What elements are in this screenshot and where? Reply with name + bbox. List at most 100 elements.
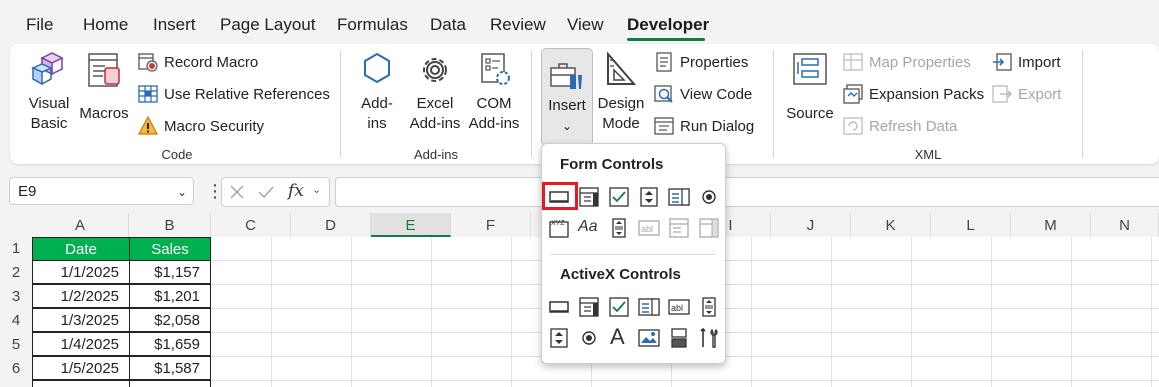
tab-review[interactable]: Review <box>490 15 546 35</box>
chevron-down-icon[interactable]: ⌄ <box>312 183 321 196</box>
row-header-4[interactable]: 4 <box>0 309 32 333</box>
column-header-a[interactable]: A <box>32 213 129 237</box>
add-ins-button[interactable]: Add- ins <box>354 50 400 134</box>
spin-button-icon[interactable] <box>638 186 660 208</box>
insert-controls-button[interactable]: Insert ⌄ <box>541 48 593 146</box>
tab-view[interactable]: View <box>567 15 604 35</box>
group-separator <box>1082 50 1083 158</box>
tab-insert[interactable]: Insert <box>153 15 196 35</box>
column-header-n[interactable]: N <box>1091 213 1159 237</box>
text-box-icon[interactable]: abl <box>668 296 690 318</box>
macros-icon <box>88 53 120 87</box>
row-header-5[interactable]: 5 <box>0 333 32 357</box>
export-button[interactable]: Export <box>992 84 1061 104</box>
tab-developer[interactable]: Developer <box>627 15 709 35</box>
list-box-icon[interactable] <box>668 186 690 208</box>
expansion-packs-button[interactable]: Expansion Packs <box>843 84 984 104</box>
cell-b1[interactable]: Sales <box>129 237 211 261</box>
cancel-icon[interactable] <box>229 184 245 200</box>
tab-formulas[interactable]: Formulas <box>337 15 408 35</box>
tab-data[interactable]: Data <box>430 15 466 35</box>
view-code-label: View Code <box>680 85 753 103</box>
checkbox-icon[interactable] <box>608 186 630 208</box>
enter-icon[interactable] <box>257 184 275 200</box>
com-add-ins-label-line1: COM <box>476 95 512 112</box>
macros-button[interactable]: Macros <box>78 50 130 124</box>
cell-a7[interactable] <box>32 380 130 387</box>
macro-security-button[interactable]: Macro Security <box>138 116 264 136</box>
cell-b6[interactable]: $1,587 <box>129 356 211 380</box>
combo-box-icon[interactable] <box>578 186 600 208</box>
cell-b4[interactable]: $2,058 <box>129 308 211 332</box>
option-button-icon[interactable] <box>578 327 600 349</box>
combo-box-icon[interactable] <box>578 296 600 318</box>
cell-a4[interactable]: 1/3/2025 <box>32 308 130 332</box>
image-icon[interactable] <box>638 327 660 349</box>
cell-b7[interactable] <box>129 380 211 387</box>
more-controls-icon[interactable] <box>698 327 720 349</box>
column-header-j[interactable]: J <box>771 213 851 237</box>
cell-a5[interactable]: 1/4/2025 <box>32 332 130 356</box>
column-header-d[interactable]: D <box>291 213 371 237</box>
command-button-icon[interactable] <box>548 296 570 318</box>
column-header-e[interactable]: E <box>371 213 451 237</box>
toggle-button-icon[interactable] <box>668 327 690 349</box>
combo-list-icon[interactable] <box>668 217 690 239</box>
refresh-data-button[interactable]: Refresh Data <box>843 116 957 136</box>
chevron-down-icon[interactable]: ⌄ <box>177 178 187 206</box>
run-dialog-button[interactable]: Run Dialog <box>654 116 754 136</box>
group-box-icon[interactable]: XYZ <box>548 217 570 239</box>
excel-add-ins-button[interactable]: Excel Add-ins <box>404 50 466 134</box>
cell-b5[interactable]: $1,659 <box>129 332 211 356</box>
column-header-k[interactable]: K <box>851 213 931 237</box>
name-box[interactable]: E9 ⌄ <box>9 177 194 205</box>
tab-home[interactable]: Home <box>83 15 128 35</box>
svg-text:abl: abl <box>671 303 683 313</box>
menu-bar: File Home Insert Page Layout Formulas Da… <box>0 0 1159 42</box>
svg-text:abl: abl <box>641 224 653 234</box>
use-relative-references-button[interactable]: Use Relative References <box>138 84 330 104</box>
row-header-1[interactable]: 1 <box>0 237 32 261</box>
row-header-6[interactable]: 6 <box>0 357 32 381</box>
import-button[interactable]: Import <box>992 52 1061 72</box>
record-macro-button[interactable]: Record Macro <box>138 52 258 72</box>
option-button-icon[interactable] <box>698 186 720 208</box>
row-header-2[interactable]: 2 <box>0 261 32 285</box>
cell-a2[interactable]: 1/1/2025 <box>32 260 130 284</box>
scroll-bar-icon[interactable] <box>608 217 630 239</box>
scroll-bar-icon[interactable] <box>698 296 720 318</box>
spin-button-icon[interactable] <box>548 327 570 349</box>
list-box-icon[interactable] <box>638 296 660 318</box>
tab-file[interactable]: File <box>26 15 53 35</box>
formula-input[interactable] <box>335 177 1159 207</box>
cell-a6[interactable]: 1/5/2025 <box>32 356 130 380</box>
checkbox-icon[interactable] <box>608 296 630 318</box>
cell-b3[interactable]: $1,201 <box>129 284 211 308</box>
map-properties-icon <box>843 53 863 71</box>
cell-a1[interactable]: Date <box>32 237 130 261</box>
column-header-m[interactable]: M <box>1011 213 1091 237</box>
group-label-code: Code <box>161 147 193 162</box>
com-add-ins-button[interactable]: COM Add-ins <box>464 50 524 134</box>
cell-b2[interactable]: $1,157 <box>129 260 211 284</box>
column-header-f[interactable]: F <box>451 213 531 237</box>
properties-button[interactable]: Properties <box>654 52 748 72</box>
tab-page-layout[interactable]: Page Layout <box>220 15 315 35</box>
column-header-b[interactable]: B <box>129 213 211 237</box>
source-button[interactable]: Source <box>784 50 836 124</box>
map-properties-button[interactable]: Map Properties <box>843 52 971 72</box>
combo-dropdown-icon[interactable] <box>698 217 720 239</box>
cell-a3[interactable]: 1/2/2025 <box>32 284 130 308</box>
visual-basic-button[interactable]: Visual Basic <box>24 50 74 134</box>
design-mode-button[interactable]: Design Mode <box>596 50 646 134</box>
column-header-c[interactable]: C <box>211 213 291 237</box>
row-header-3[interactable]: 3 <box>0 285 32 309</box>
insert-function-button[interactable]: fx <box>288 181 304 201</box>
macro-security-label: Macro Security <box>164 117 265 135</box>
view-code-button[interactable]: View Code <box>654 84 752 104</box>
column-header-l[interactable]: L <box>931 213 1011 237</box>
text-field-icon[interactable]: abl <box>638 217 660 239</box>
label-icon[interactable]: Aa <box>578 218 598 236</box>
macros-label: Macros <box>79 105 129 122</box>
label-icon[interactable]: A <box>610 324 625 350</box>
